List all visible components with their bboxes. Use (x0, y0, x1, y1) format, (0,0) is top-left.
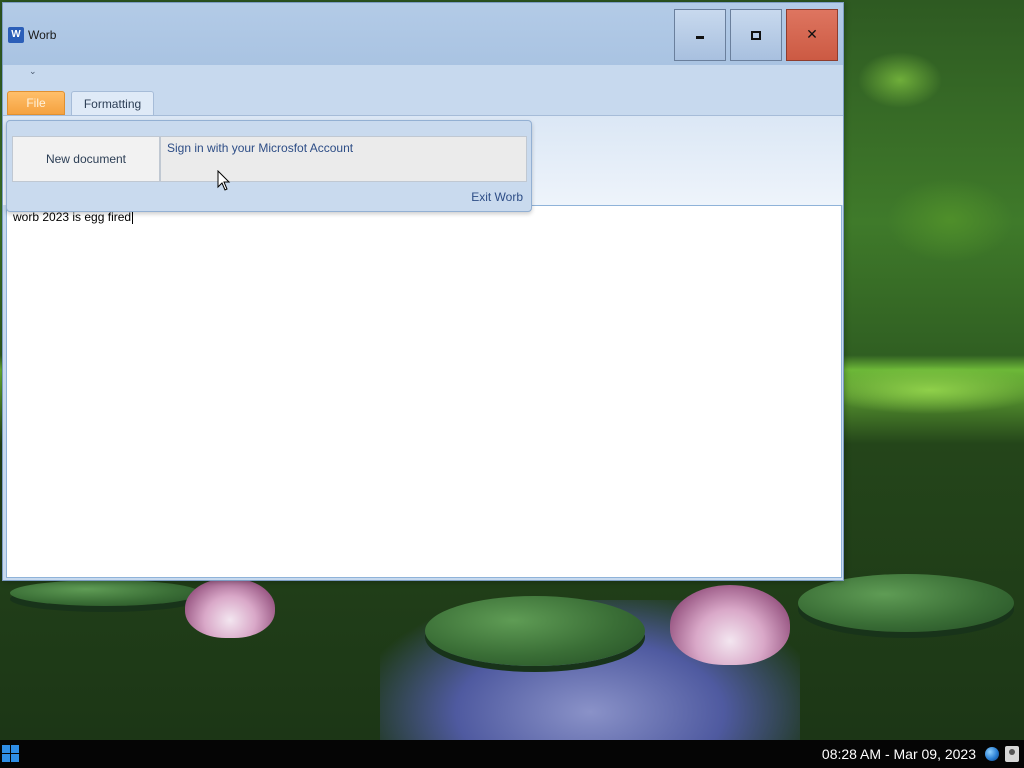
title-bar[interactable]: W Worb ✕ (3, 3, 843, 65)
minimize-button[interactable] (674, 9, 726, 61)
maximize-button[interactable] (730, 9, 782, 61)
lotus-flower (670, 585, 790, 665)
windows-logo-tile-icon (2, 745, 10, 753)
sign-in-panel: Sign in with your Microsfot Account (160, 136, 527, 182)
taskbar-clock[interactable]: 08:28 AM - Mar 09, 2023 (822, 746, 976, 762)
document-editor[interactable]: worb 2023 is egg fired (6, 205, 842, 578)
worb-app-icon: W (8, 27, 24, 43)
close-icon: ✕ (806, 27, 818, 43)
sign-in-link[interactable]: Sign in with your Microsfot Account (167, 141, 353, 155)
lilypad (10, 580, 200, 606)
tab-file[interactable]: File (7, 91, 65, 115)
lotus-flower (185, 578, 275, 638)
lilypad (425, 596, 645, 666)
exit-button[interactable]: Exit Worb (471, 190, 523, 204)
start-button[interactable] (2, 745, 19, 762)
lilypad (798, 574, 1014, 632)
tab-formatting[interactable]: Formatting (71, 91, 154, 115)
document-text[interactable]: worb 2023 is egg fired (13, 210, 134, 224)
quick-access-toolbar-chevron-icon[interactable]: ⌄ (29, 67, 37, 77)
close-button[interactable]: ✕ (786, 9, 838, 61)
windows-logo-tile-icon (11, 745, 19, 753)
taskbar: 08:28 AM - Mar 09, 2023 (0, 740, 1024, 768)
windows-logo-tile-icon (2, 754, 10, 762)
globe-icon[interactable] (985, 747, 999, 761)
window-title: Worb (28, 28, 57, 42)
maximize-icon (751, 30, 761, 40)
minimize-icon (696, 35, 704, 39)
file-menu-dropdown: New document Sign in with your Microsfot… (6, 120, 532, 212)
new-document-button[interactable]: New document (12, 136, 160, 182)
user-icon[interactable] (1005, 746, 1019, 762)
windows-logo-tile-icon (11, 754, 19, 762)
worb-window: W Worb ✕ ⌄ File Formatting worb 2023 is … (2, 2, 844, 581)
